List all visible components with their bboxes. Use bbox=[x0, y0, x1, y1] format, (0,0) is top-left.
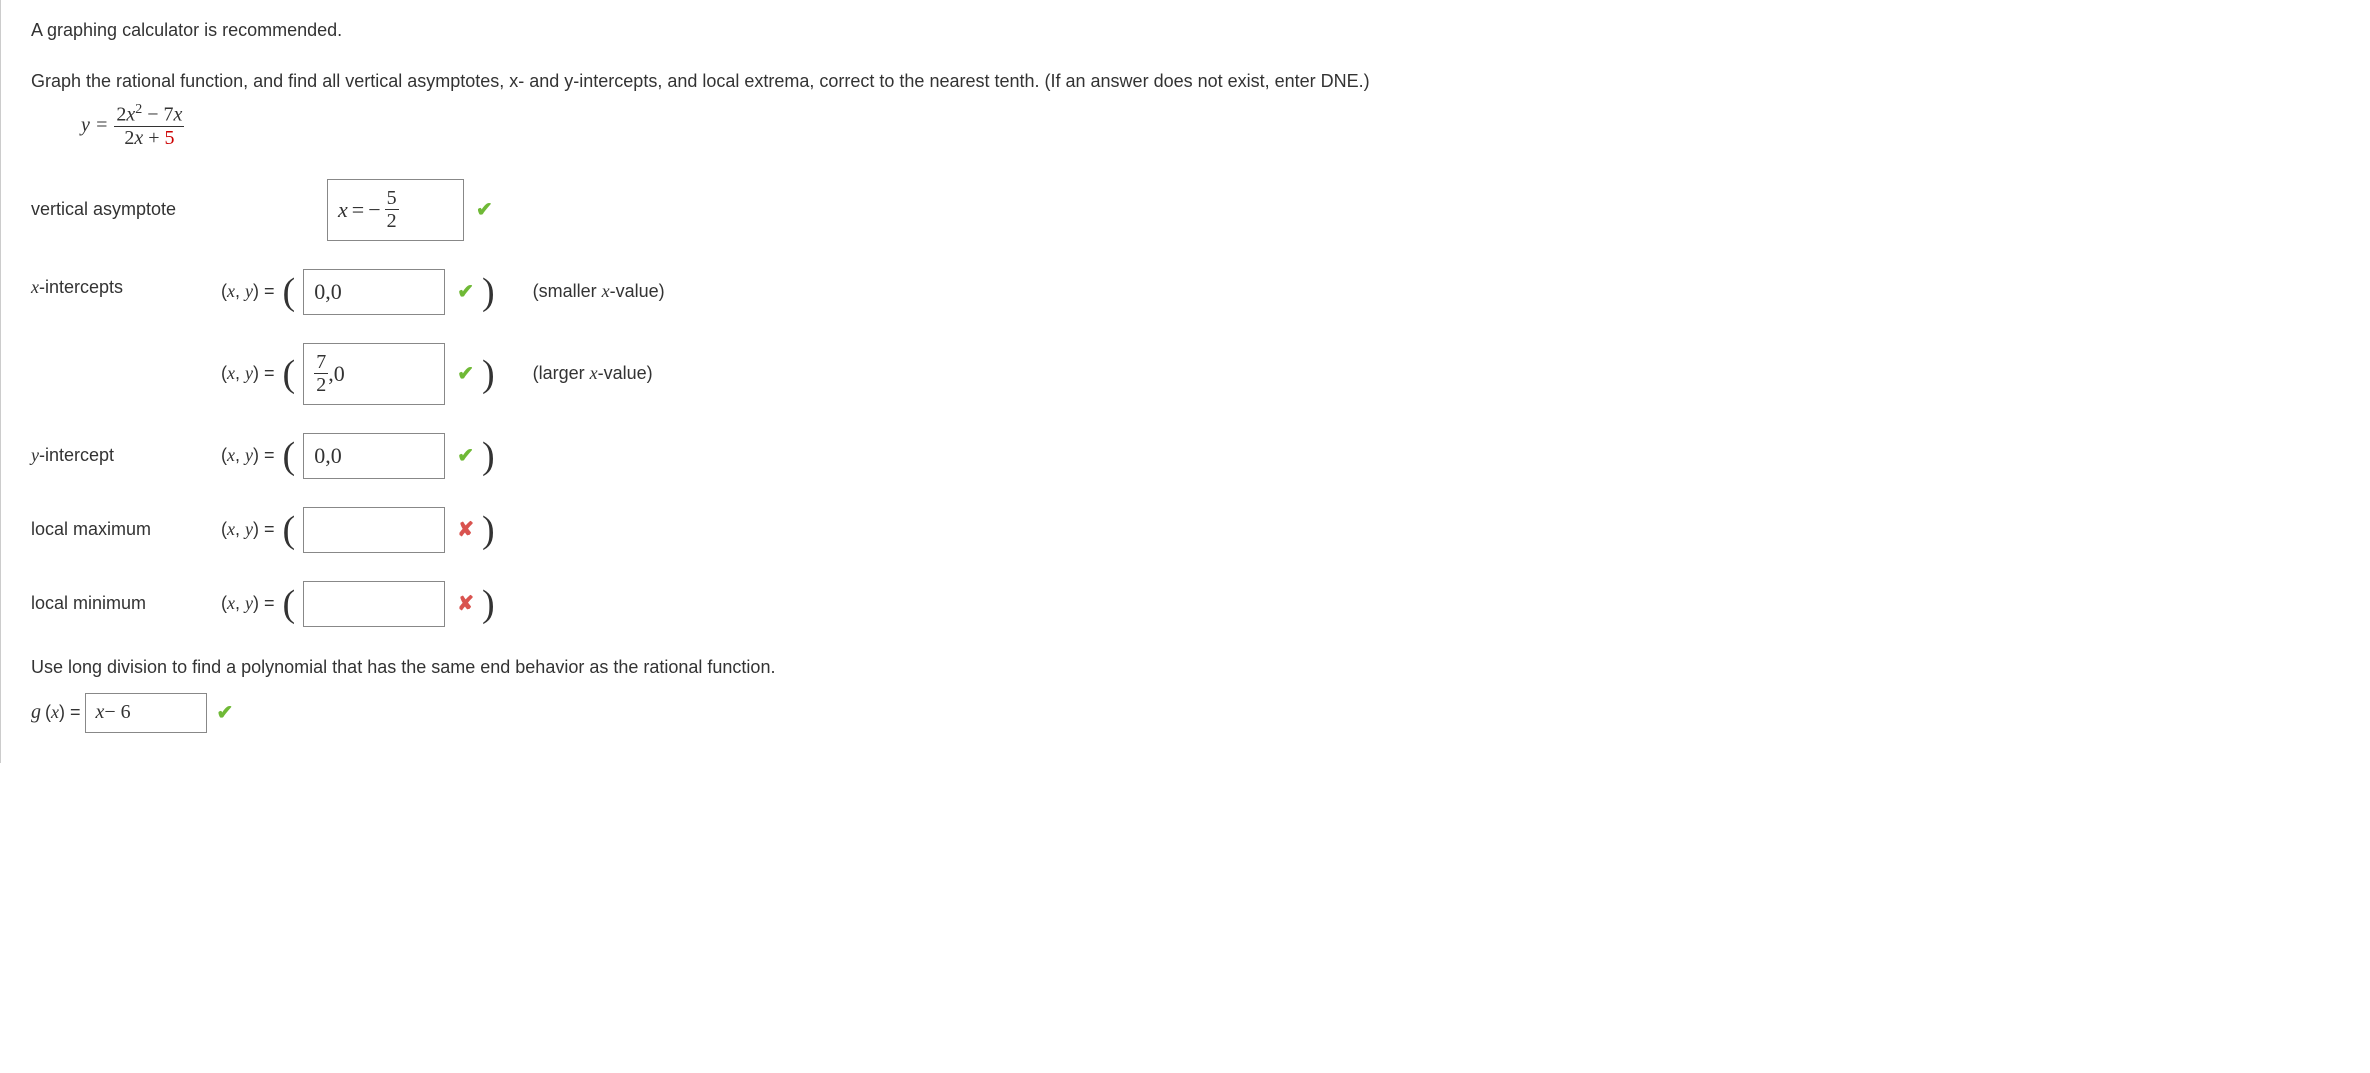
local-maximum-input[interactable] bbox=[303, 507, 445, 553]
note-smaller-x: (smaller x-value) bbox=[533, 281, 665, 302]
question-text: Graph the rational function, and find al… bbox=[31, 71, 2331, 92]
xy-equals-label: (x, y) = bbox=[221, 519, 275, 540]
equation-fraction: 2x2 − 7x 2x + 5 bbox=[114, 102, 184, 149]
check-icon: ✔ bbox=[457, 279, 474, 304]
label-vertical-asymptote: vertical asymptote bbox=[31, 199, 221, 220]
y-intercept-input[interactable]: 0,0 bbox=[303, 433, 445, 479]
answer-grid: vertical asymptote x = − 5 2 ✔ x-interce… bbox=[31, 179, 2331, 627]
row-local-maximum: (x, y) = ( ✘ ) bbox=[221, 507, 2331, 553]
row-local-minimum: (x, y) = ( ✘ ) bbox=[221, 581, 2331, 627]
open-paren-icon: ( bbox=[281, 437, 298, 475]
gx-input[interactable]: x − 6 bbox=[85, 693, 207, 733]
check-icon: ✔ bbox=[476, 197, 493, 222]
close-paren-icon: ) bbox=[480, 511, 497, 549]
x-mark-icon: ✘ bbox=[457, 517, 474, 542]
label-y-intercept: y-intercept bbox=[31, 445, 221, 466]
x-mark-icon: ✘ bbox=[457, 591, 474, 616]
close-paren-icon: ) bbox=[480, 273, 497, 311]
open-paren-icon: ( bbox=[281, 273, 298, 311]
gx-row: g (x) = x − 6 ✔ bbox=[31, 693, 2331, 733]
xy-equals-label: (x, y) = bbox=[221, 445, 275, 466]
xy-equals-label: (x, y) = bbox=[221, 593, 275, 614]
open-paren-icon: ( bbox=[281, 355, 298, 393]
close-paren-icon: ) bbox=[480, 437, 497, 475]
close-paren-icon: ) bbox=[480, 585, 497, 623]
instruction-text: A graphing calculator is recommended. bbox=[31, 20, 2331, 41]
gx-lhs: g bbox=[31, 701, 41, 724]
question-prompt: Graph the rational function, and find al… bbox=[31, 71, 1370, 91]
local-minimum-input[interactable] bbox=[303, 581, 445, 627]
row-y-intercept: (x, y) = ( 0,0 ✔ ) bbox=[221, 433, 2331, 479]
x-intercept-1-input[interactable]: 0,0 bbox=[303, 269, 445, 315]
equation-lhs: y = bbox=[81, 114, 108, 137]
equation-display: y = 2x2 − 7x 2x + 5 bbox=[81, 102, 2331, 149]
close-paren-icon: ) bbox=[480, 355, 497, 393]
check-icon: ✔ bbox=[217, 700, 234, 725]
x-intercept-2-input[interactable]: 7 2 ,0 bbox=[303, 343, 445, 405]
label-local-maximum: local maximum bbox=[31, 519, 221, 540]
note-larger-x: (larger x-value) bbox=[533, 363, 653, 384]
open-paren-icon: ( bbox=[281, 585, 298, 623]
check-icon: ✔ bbox=[457, 443, 474, 468]
open-paren-icon: ( bbox=[281, 511, 298, 549]
label-x-intercepts: x-intercepts bbox=[31, 269, 221, 298]
row-x-intercepts: (x, y) = ( 0,0 ✔ ) (smaller x-value) (x,… bbox=[221, 269, 2331, 405]
xy-equals-label: (x, y) = bbox=[221, 363, 275, 384]
vertical-asymptote-input[interactable]: x = − 5 2 bbox=[327, 179, 464, 241]
check-icon: ✔ bbox=[457, 361, 474, 386]
followup-text: Use long division to find a polynomial t… bbox=[31, 657, 2331, 678]
question-container: A graphing calculator is recommended. Gr… bbox=[0, 0, 2361, 763]
xy-equals-label: (x, y) = bbox=[221, 281, 275, 302]
row-vertical-asymptote: x = − 5 2 ✔ bbox=[221, 179, 2331, 241]
label-local-minimum: local minimum bbox=[31, 593, 221, 614]
